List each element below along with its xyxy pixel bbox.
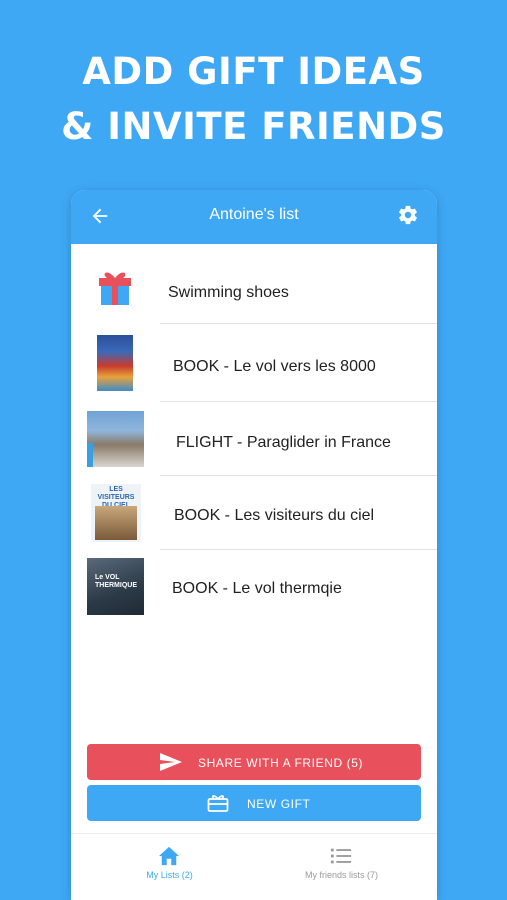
paraglider-wing bbox=[87, 443, 93, 467]
gift-card-icon bbox=[207, 795, 229, 812]
send-icon bbox=[160, 753, 182, 771]
cover-art bbox=[95, 506, 137, 540]
promo-line-1: ADD GIFT IDEAS bbox=[82, 50, 425, 93]
gear-icon[interactable] bbox=[397, 204, 419, 226]
phone-frame: Antoine's list Swimming shoes BOOK - Le … bbox=[71, 190, 437, 900]
list-item[interactable]: FLIGHT - Paraglider in France bbox=[71, 402, 437, 476]
tab-my-lists[interactable]: My Lists (2) bbox=[78, 834, 261, 900]
book-cover bbox=[97, 335, 133, 391]
promo-headline: ADD GIFT IDEAS & INVITE FRIENDS bbox=[0, 44, 507, 154]
item-label: BOOK - Les visiteurs du ciel bbox=[174, 507, 375, 524]
item-label: Swimming shoes bbox=[168, 284, 289, 301]
book-cover: LES VISITEURS DU CIEL bbox=[91, 484, 141, 542]
list-item[interactable]: LES VISITEURS DU CIEL BOOK - Les visiteu… bbox=[71, 476, 437, 550]
home-icon bbox=[159, 846, 179, 866]
bottom-navigation: My Lists (2) My friends lists (7) bbox=[71, 833, 437, 900]
cover-title: Le VOL THERMIQUE bbox=[95, 574, 137, 589]
tab-label: My Lists (2) bbox=[146, 870, 193, 880]
item-label: BOOK - Le vol thermqie bbox=[172, 580, 342, 597]
share-with-friend-button[interactable]: SHARE WITH A FRIEND (5) bbox=[87, 744, 421, 780]
book-cover: Le VOL THERMIQUE bbox=[87, 558, 144, 615]
new-gift-button[interactable]: NEW GIFT bbox=[87, 785, 421, 821]
list-item[interactable]: Swimming shoes bbox=[71, 244, 437, 324]
tab-friends-lists[interactable]: My friends lists (7) bbox=[250, 834, 433, 900]
share-button-label: SHARE WITH A FRIEND (5) bbox=[198, 756, 364, 770]
tab-label: My friends lists (7) bbox=[304, 870, 378, 880]
app-bar: Antoine's list bbox=[71, 190, 437, 244]
gift-icon bbox=[99, 272, 131, 305]
mountain-photo bbox=[87, 411, 144, 467]
list-icon bbox=[330, 848, 352, 864]
page-title: Antoine's list bbox=[209, 206, 299, 223]
item-label: FLIGHT - Paraglider in France bbox=[176, 434, 391, 451]
item-label: BOOK - Le vol vers les 8000 bbox=[173, 358, 376, 375]
list-item[interactable]: Le VOL THERMIQUE BOOK - Le vol thermqie bbox=[71, 550, 437, 622]
promo-line-2: & INVITE FRIENDS bbox=[61, 105, 446, 148]
new-gift-button-label: NEW GIFT bbox=[247, 797, 311, 811]
list-item[interactable]: BOOK - Le vol vers les 8000 bbox=[71, 324, 437, 402]
